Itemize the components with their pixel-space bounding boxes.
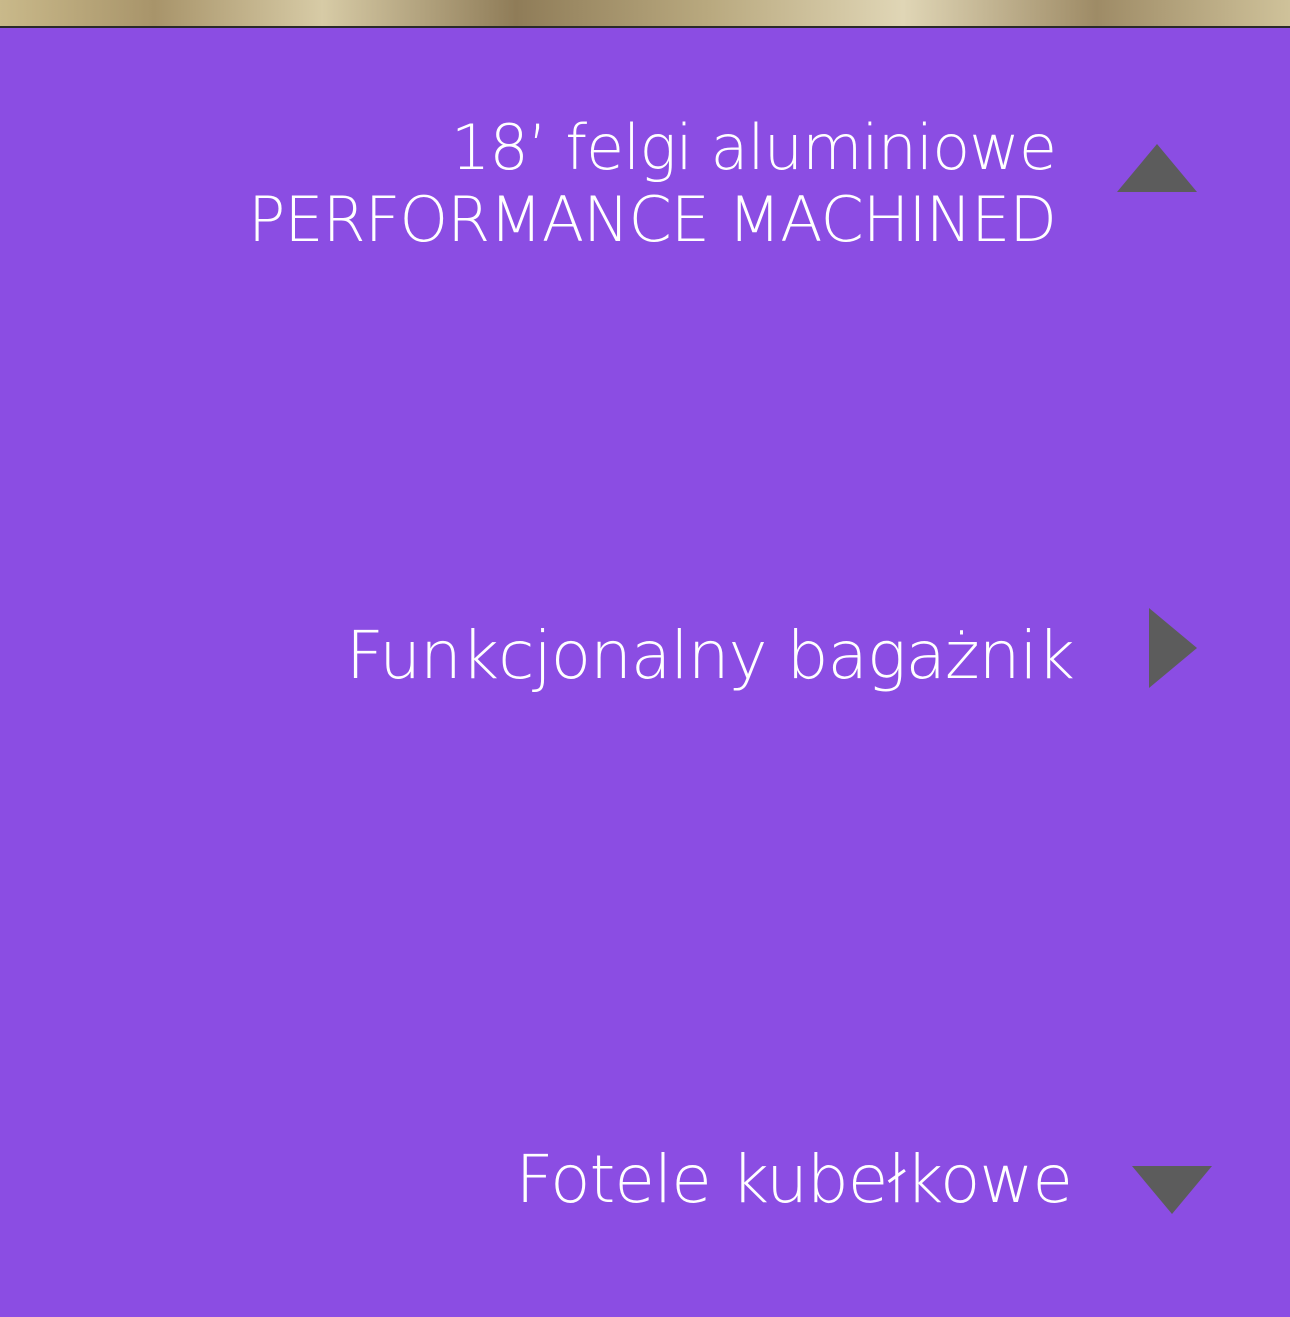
triangle-right-icon[interactable] <box>1149 608 1197 688</box>
triangle-up-icon[interactable] <box>1117 144 1197 192</box>
feature-label-wheels-line2: PERFORMANCE MACHINED <box>248 183 1057 256</box>
feature-label-wheels: 18’ felgi aluminiowe PERFORMANCE MACHINE… <box>248 111 1057 256</box>
feature-label-trunk: Funkcjonalny bagażnik <box>345 617 1075 694</box>
triangle-down-icon[interactable] <box>1132 1166 1212 1214</box>
feature-label-wheels-line1: 18’ felgi aluminiowe <box>450 111 1057 184</box>
feature-panel: 18’ felgi aluminiowe PERFORMANCE MACHINE… <box>0 28 1290 1317</box>
hero-image-strip <box>0 0 1290 28</box>
feature-label-seats: Fotele kubełkowe <box>515 1141 1073 1218</box>
